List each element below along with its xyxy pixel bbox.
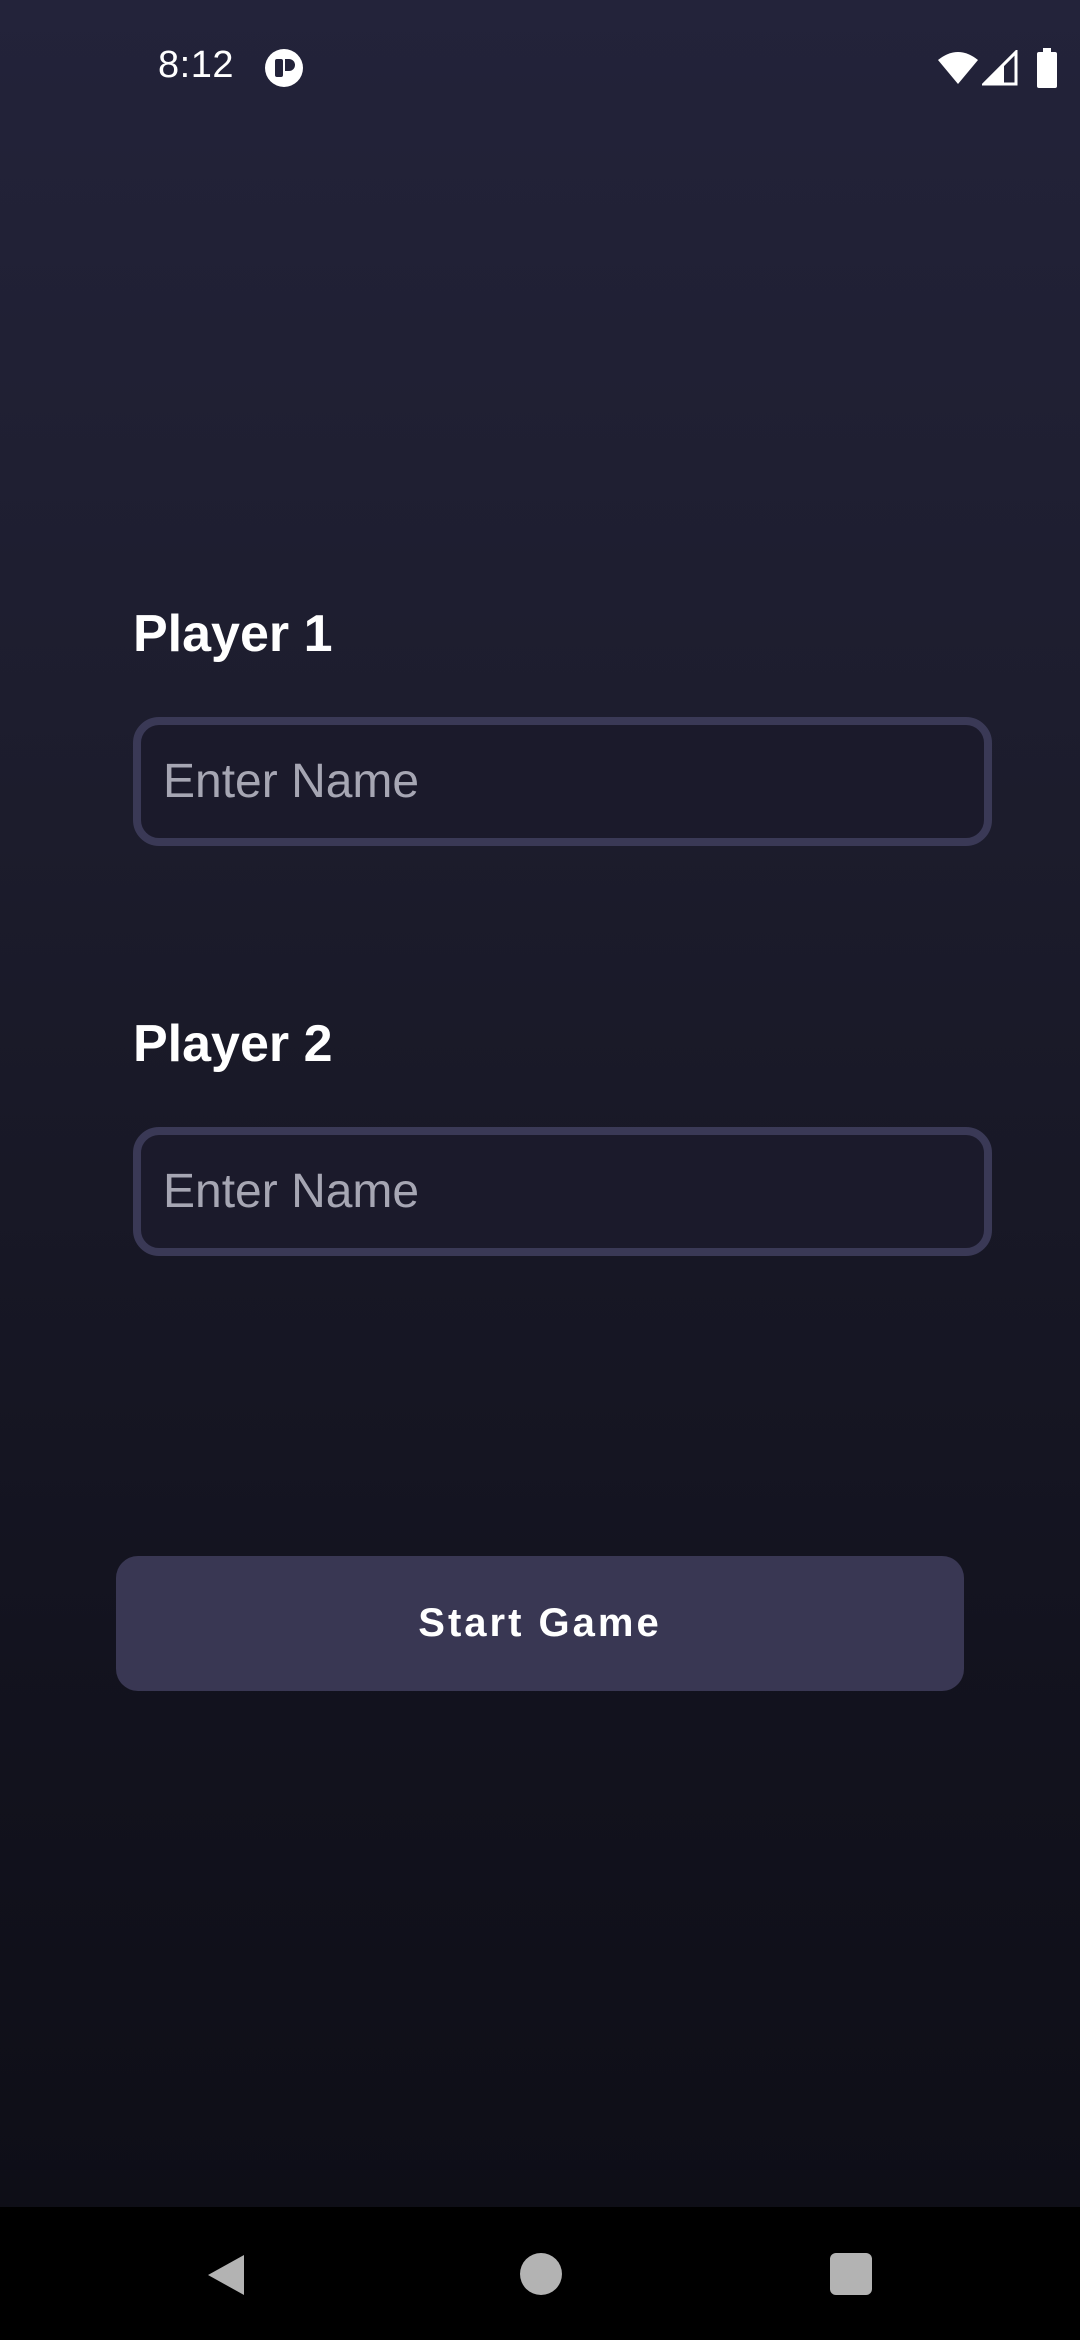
recents-icon[interactable] [830,2253,872,2295]
status-time: 8:12 [158,44,234,86]
start-game-button[interactable]: Start Game [116,1556,964,1691]
player2-label: Player 2 [133,1015,333,1073]
signal-icon [982,50,1018,86]
battery-icon [1037,48,1057,88]
player1-label: Player 1 [133,605,333,663]
navigation-bar [0,2207,1080,2340]
player1-name-input[interactable] [161,724,984,839]
app-notification-icon [265,49,303,87]
player1-name-field[interactable] [133,717,992,846]
wifi-icon [938,52,978,84]
player2-name-input[interactable] [161,1134,984,1249]
player2-name-field[interactable] [133,1127,992,1256]
home-icon[interactable] [520,2253,562,2295]
status-bar: 8:12 [0,0,1080,140]
back-icon[interactable] [204,2251,248,2299]
